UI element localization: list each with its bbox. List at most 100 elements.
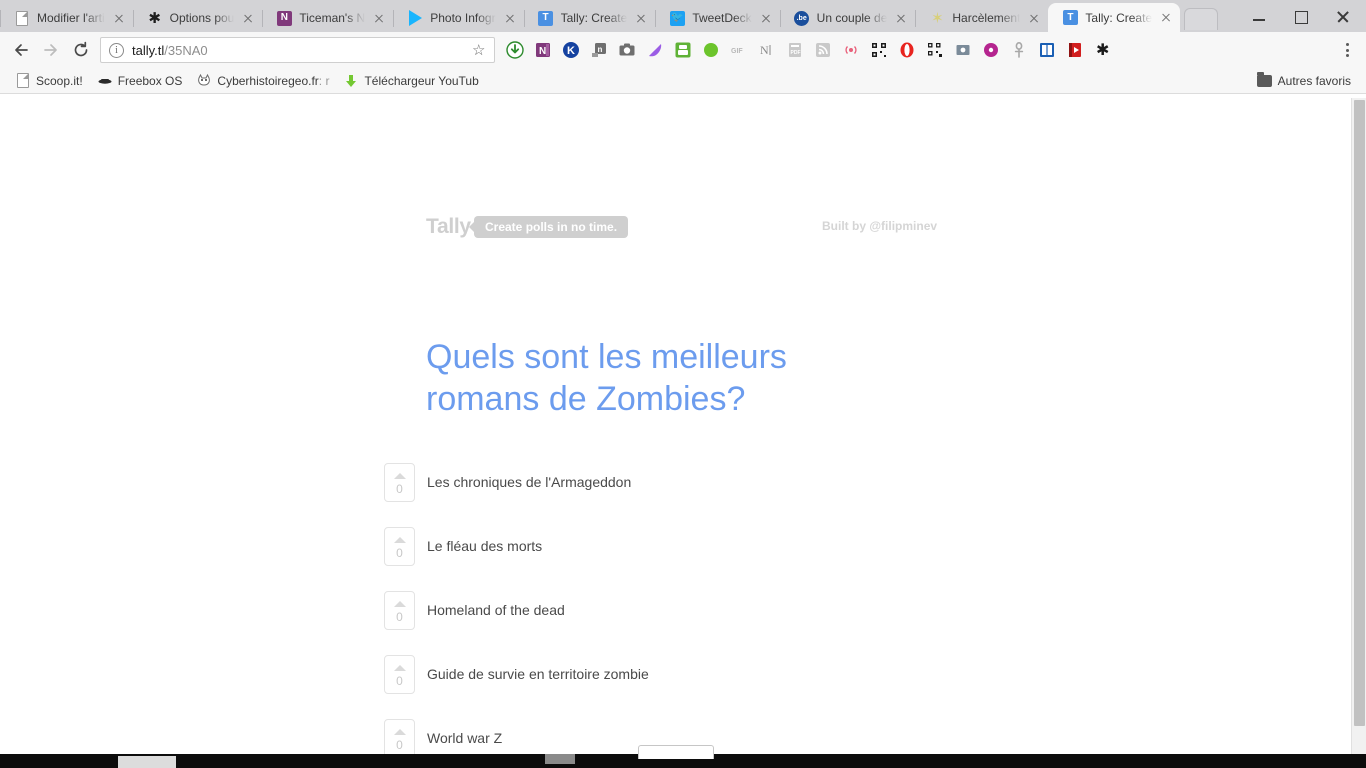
maximize-icon[interactable]: [1280, 1, 1322, 31]
new-tab-button[interactable]: [1184, 8, 1219, 30]
taskbar-item[interactable]: [118, 756, 176, 768]
star-icon: ✱: [148, 9, 161, 27]
close-icon[interactable]: [1158, 10, 1174, 26]
other-bookmarks-button[interactable]: Autres favoris: [1250, 70, 1358, 92]
close-icon[interactable]: [633, 10, 649, 26]
taskbar-item[interactable]: [545, 754, 575, 764]
upvote-triangle-icon: [393, 728, 406, 735]
back-icon[interactable]: [6, 35, 36, 65]
red-video-icon[interactable]: [1061, 36, 1089, 64]
bookmark-item[interactable]: Scoop.it!: [8, 70, 90, 92]
onenote-icon[interactable]: N: [529, 36, 557, 64]
upvote-triangle-icon: [393, 664, 406, 671]
poll-option-label: Homeland of the dead: [427, 602, 565, 618]
browser-tab[interactable]: ✶ Harcèlement: [915, 4, 1049, 32]
page-scrollbar[interactable]: [1351, 98, 1366, 754]
dot-square-icon[interactable]: [949, 36, 977, 64]
tally-icon: T: [538, 10, 554, 26]
bookmark-item[interactable]: Téléchargeur YouTub: [336, 70, 485, 92]
close-icon[interactable]: [502, 10, 518, 26]
close-icon[interactable]: [1026, 10, 1042, 26]
forward-icon[interactable]: [36, 35, 66, 65]
poll-option-row: 0 Homeland of the dead: [384, 578, 649, 642]
vote-count: 0: [396, 673, 403, 688]
chrome-menu-icon[interactable]: [1334, 36, 1360, 64]
tab-title: TweetDeck: [692, 11, 752, 25]
svg-text:N: N: [539, 46, 546, 57]
upvote-button[interactable]: 0: [384, 526, 415, 566]
browser-tab[interactable]: T Tally: Create: [523, 4, 656, 32]
screenshot-camera-icon[interactable]: [613, 36, 641, 64]
gif-icon[interactable]: GIF: [725, 36, 753, 64]
play-icon: [407, 10, 423, 26]
close-window-icon[interactable]: [1322, 1, 1364, 31]
download-green-icon: [343, 73, 359, 89]
poll-option-label: Les chroniques de l'Armageddon: [427, 474, 632, 490]
minimize-icon[interactable]: [1238, 1, 1280, 31]
ankh-icon[interactable]: [1005, 36, 1033, 64]
nimbus-icon[interactable]: n: [585, 36, 613, 64]
evernote-clipper-icon[interactable]: [669, 36, 697, 64]
address-bar[interactable]: i tally.tl/35NA0 ☆: [100, 37, 495, 63]
browser-tab[interactable]: Photo Infogr: [393, 4, 524, 32]
browser-tab[interactable]: 🐦 TweetDeck: [655, 4, 780, 32]
tab-title: Ticeman's N: [299, 11, 366, 25]
bookmark-label: Téléchargeur YouTub: [364, 73, 479, 88]
svg-text:PDF: PDF: [791, 50, 801, 56]
bookmark-item[interactable]: Freebox OS: [90, 70, 190, 92]
extension-toolbar: N K n GIF N PDF ✱: [501, 36, 1334, 64]
tab-title: Options pou: [169, 11, 235, 25]
feather-pen-icon[interactable]: [641, 36, 669, 64]
bookmark-item[interactable]: Cyberhistoiregeo.fr : r: [189, 70, 336, 92]
upvote-button[interactable]: 0: [384, 654, 415, 694]
rss-icon[interactable]: [809, 36, 837, 64]
scrollbar-thumb[interactable]: [1354, 100, 1365, 726]
upvote-button[interactable]: 0: [384, 462, 415, 502]
green-circle-icon[interactable]: [697, 36, 725, 64]
tally-logo[interactable]: Tally: [426, 215, 471, 239]
tab-separator: [523, 10, 525, 27]
folder-icon: [1257, 71, 1273, 89]
browser-tab[interactable]: .be Un couple de: [779, 4, 916, 32]
tab-title: Modifier l'arti: [37, 11, 105, 25]
other-bookmarks-label: Autres favoris: [1277, 73, 1351, 88]
poll-option-label: World war Z: [427, 730, 503, 746]
close-icon[interactable]: [371, 10, 387, 26]
close-icon[interactable]: [893, 10, 909, 26]
browser-tab[interactable]: Modifier l'arti: [0, 4, 133, 32]
tab-title: Harcèlement: [952, 11, 1021, 25]
close-icon[interactable]: [240, 10, 256, 26]
built-by-credit[interactable]: Built by @filipminev: [822, 219, 937, 233]
opera-icon[interactable]: [893, 36, 921, 64]
browser-tab[interactable]: ✱ Options pou: [132, 4, 263, 32]
os-taskbar[interactable]: [0, 745, 1366, 768]
tab-title: Tally: Create: [560, 11, 628, 25]
upvote-button[interactable]: 0: [384, 718, 415, 754]
bookmarks-bar: Scoop.it! Freebox OS Cyberhistoiregeo.fr…: [0, 68, 1366, 94]
download-icon[interactable]: [501, 36, 529, 64]
poll-option-row: 0 Le fléau des morts: [384, 514, 649, 578]
close-icon[interactable]: [111, 10, 127, 26]
browser-window: Modifier l'arti ✱ Options pou N Ticeman'…: [0, 0, 1366, 768]
qrcode-scan-icon[interactable]: [921, 36, 949, 64]
broadcast-icon[interactable]: [837, 36, 865, 64]
browser-tab[interactable]: N Ticeman's N: [262, 4, 394, 32]
reload-icon[interactable]: [66, 35, 96, 65]
notes-icon[interactable]: N: [753, 36, 781, 64]
pdf-icon[interactable]: PDF: [781, 36, 809, 64]
tab-separator: [393, 10, 395, 27]
book-icon[interactable]: [1033, 36, 1061, 64]
kaspersky-icon[interactable]: K: [557, 36, 585, 64]
onenote-icon: N: [276, 10, 292, 26]
pocket-icon[interactable]: [977, 36, 1005, 64]
site-info-icon[interactable]: i: [109, 42, 124, 58]
taskbar-item[interactable]: [638, 745, 714, 759]
star-black-icon[interactable]: ✱: [1089, 36, 1117, 64]
poll-option-label: Le fléau des morts: [427, 538, 543, 554]
qrcode-icon[interactable]: [865, 36, 893, 64]
close-icon[interactable]: [758, 10, 774, 26]
upvote-button[interactable]: 0: [384, 590, 415, 630]
bookmark-star-icon[interactable]: ☆: [472, 43, 488, 58]
tab-separator: [0, 10, 1, 27]
browser-tab-active[interactable]: T Tally: Create: [1048, 3, 1181, 32]
